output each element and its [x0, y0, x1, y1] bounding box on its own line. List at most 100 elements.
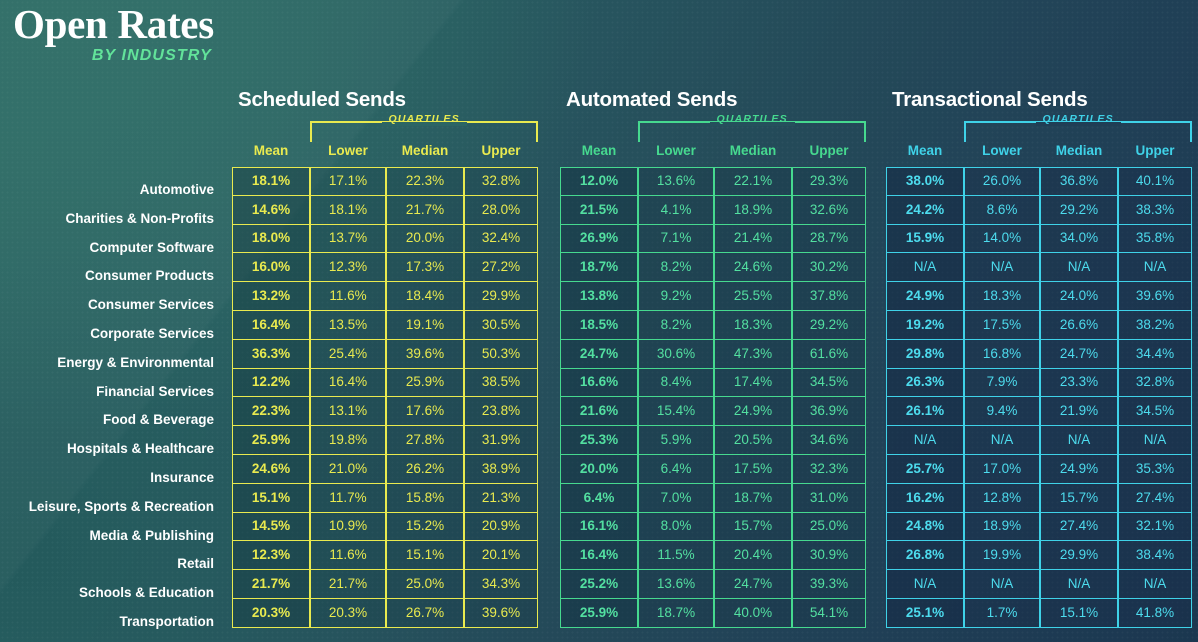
table-cell: 21.7%	[386, 196, 464, 225]
table-cell: 38.2%	[1118, 311, 1192, 340]
table-cell: 11.5%	[638, 541, 714, 570]
table-cell: 17.6%	[386, 397, 464, 426]
page-subtitle: BY INDUSTRY	[13, 47, 214, 65]
table-cell: 9.4%	[964, 397, 1040, 426]
table-cell: 16.0%	[232, 253, 310, 282]
table-cell: 8.6%	[964, 196, 1040, 225]
table-cell: 21.6%	[560, 397, 638, 426]
industry-label: Retail	[0, 550, 224, 579]
table-cell: 34.5%	[792, 369, 866, 398]
table-cell: 34.5%	[1118, 397, 1192, 426]
table-cell: 36.8%	[1040, 167, 1118, 196]
table-cell: 38.4%	[1118, 541, 1192, 570]
table-cell: 27.2%	[464, 253, 538, 282]
table-cell: 18.0%	[232, 225, 310, 254]
table-cell: 17.5%	[714, 455, 792, 484]
table-cell: 18.3%	[714, 311, 792, 340]
table-cell: 38.9%	[464, 455, 538, 484]
table-cell: 24.8%	[886, 513, 964, 542]
table-cell: N/A	[1040, 253, 1118, 282]
table-cell: 27.4%	[1040, 513, 1118, 542]
table-cell: N/A	[886, 570, 964, 599]
table-cell: N/A	[1118, 426, 1192, 455]
column-header-median: Median	[1040, 143, 1118, 167]
table-cell: 39.3%	[792, 570, 866, 599]
table-cell: 30.2%	[792, 253, 866, 282]
table-cell: 24.7%	[560, 340, 638, 369]
table-cell: 29.2%	[1040, 196, 1118, 225]
page-title: Open Rates	[13, 2, 214, 46]
table-cell: 19.1%	[386, 311, 464, 340]
table-cell: 23.8%	[464, 397, 538, 426]
table-cell: 21.9%	[1040, 397, 1118, 426]
industry-label: Leisure, Sports & Recreation	[0, 493, 224, 522]
industry-label: Computer Software	[0, 234, 224, 263]
table-cell: 13.7%	[310, 225, 386, 254]
table-cell: 32.8%	[1118, 369, 1192, 398]
table-cell: 18.9%	[964, 513, 1040, 542]
table-cell: 19.8%	[310, 426, 386, 455]
table-cell: 18.9%	[714, 196, 792, 225]
column-lower: 17.1%18.1%13.7%12.3%11.6%13.5%25.4%16.4%…	[310, 167, 386, 628]
table-cell: 21.7%	[232, 570, 310, 599]
table-cell: 32.4%	[464, 225, 538, 254]
table-cell: 18.4%	[386, 282, 464, 311]
table-cell: 32.1%	[1118, 513, 1192, 542]
table-cell: 24.7%	[1040, 340, 1118, 369]
column-median: 22.3%21.7%20.0%17.3%18.4%19.1%39.6%25.9%…	[386, 167, 464, 628]
industry-label: Automotive	[0, 176, 224, 205]
table-cell: 18.7%	[714, 484, 792, 513]
table-cell: 25.0%	[792, 513, 866, 542]
table-cell: 41.8%	[1118, 599, 1192, 628]
column-upper: 40.1%38.3%35.8%N/A39.6%38.2%34.4%32.8%34…	[1118, 167, 1192, 628]
industry-label: Energy & Environmental	[0, 349, 224, 378]
table-cell: 34.3%	[464, 570, 538, 599]
table-cell: 20.9%	[464, 513, 538, 542]
quartiles-label: QUARTILES	[710, 113, 795, 125]
table-cell: 13.2%	[232, 282, 310, 311]
column-median: 36.8%29.2%34.0%N/A24.0%26.6%24.7%23.3%21…	[1040, 167, 1118, 628]
table-cell: N/A	[1040, 570, 1118, 599]
table-cell: 38.0%	[886, 167, 964, 196]
industry-label: Transportation	[0, 608, 224, 637]
table-cell: 40.0%	[714, 599, 792, 628]
table-cell: 21.5%	[560, 196, 638, 225]
quartiles-group: QUARTILESMeanLowerMedianUpper	[232, 121, 538, 167]
table-cell: 30.6%	[638, 340, 714, 369]
table-cell: 18.3%	[964, 282, 1040, 311]
table-cell: 38.3%	[1118, 196, 1192, 225]
industry-label: Hospitals & Healthcare	[0, 435, 224, 464]
table-cell: 31.0%	[792, 484, 866, 513]
table-cell: 21.3%	[464, 484, 538, 513]
table-title: Transactional Sends	[886, 88, 1192, 112]
column-header-upper: Upper	[464, 143, 538, 167]
table-cell: 12.0%	[560, 167, 638, 196]
table-cell: 11.6%	[310, 282, 386, 311]
table-cell: 18.7%	[560, 253, 638, 282]
table-cell: 8.2%	[638, 311, 714, 340]
table-transactional-sends: Transactional SendsQUARTILESMeanLowerMed…	[886, 88, 1192, 628]
table-cell: 21.0%	[310, 455, 386, 484]
column-header-lower: Lower	[310, 143, 386, 167]
industry-label-column: AutomotiveCharities & Non-ProfitsCompute…	[0, 176, 224, 637]
table-cell: 28.7%	[792, 225, 866, 254]
industry-label: Consumer Products	[0, 262, 224, 291]
table-cell: 12.2%	[232, 369, 310, 398]
table-cell: 25.4%	[310, 340, 386, 369]
table-cell: 17.0%	[964, 455, 1040, 484]
table-cell: 13.6%	[638, 167, 714, 196]
table-cell: 21.4%	[714, 225, 792, 254]
table-cell: 34.4%	[1118, 340, 1192, 369]
table-cell: 25.2%	[560, 570, 638, 599]
table-cell: 39.6%	[1118, 282, 1192, 311]
table-cell: 7.0%	[638, 484, 714, 513]
table-cell: 7.1%	[638, 225, 714, 254]
table-cell: 6.4%	[560, 484, 638, 513]
table-cell: 18.1%	[232, 167, 310, 196]
table-cell: 1.7%	[964, 599, 1040, 628]
table-cell: 22.3%	[386, 167, 464, 196]
table-cell: 15.1%	[232, 484, 310, 513]
column-lower: 13.6%4.1%7.1%8.2%9.2%8.2%30.6%8.4%15.4%5…	[638, 167, 714, 628]
column-upper: 29.3%32.6%28.7%30.2%37.8%29.2%61.6%34.5%…	[792, 167, 866, 628]
table-cell: 26.6%	[1040, 311, 1118, 340]
